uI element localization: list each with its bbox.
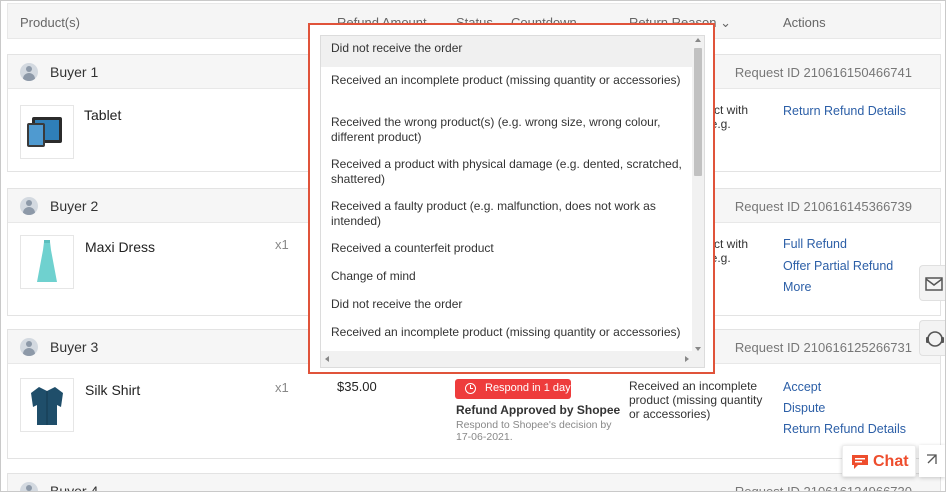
dress-image bbox=[37, 240, 57, 282]
avatar bbox=[20, 197, 38, 215]
reason-line: Received an incomplete bbox=[629, 379, 758, 393]
col-actions: Actions bbox=[783, 15, 826, 30]
product-thumbnail-maxi-dress bbox=[20, 235, 74, 289]
scroll-right-icon[interactable] bbox=[685, 356, 689, 362]
return-reason-text: Received an incomplete product (missing … bbox=[629, 379, 762, 421]
respond-countdown-badge: Respond in 1 day bbox=[455, 379, 571, 399]
return-reason-dropdown: Did not receive the order Received an in… bbox=[308, 23, 715, 374]
dropdown-option[interactable]: Received a product with physical damage … bbox=[321, 151, 694, 193]
product-name: Tablet bbox=[84, 107, 122, 123]
request-id: Request ID 210616150466741 bbox=[734, 65, 912, 80]
product-thumbnail-silk-shirt bbox=[20, 378, 74, 432]
avatar bbox=[20, 338, 38, 356]
buyer-name: Buyer 1 bbox=[50, 64, 99, 80]
offer-partial-refund-link[interactable]: Offer Partial Refund bbox=[783, 259, 893, 273]
buyer-name: Buyer 2 bbox=[50, 198, 99, 214]
return-refund-details-link[interactable]: Return Refund Details bbox=[783, 104, 906, 118]
order-card: Buyer 4 Request ID 210616124966730 bbox=[7, 473, 941, 492]
chat-button[interactable]: Chat bbox=[842, 445, 916, 477]
refund-requests-page: Product(s) Refund Amount Status Countdow… bbox=[0, 0, 946, 492]
col-products: Product(s) bbox=[20, 15, 80, 30]
dispute-link[interactable]: Dispute bbox=[783, 401, 825, 415]
chevron-down-icon: ⌄ bbox=[720, 15, 731, 30]
shirt-image bbox=[31, 387, 63, 425]
clock-icon bbox=[465, 383, 476, 394]
chat-icon bbox=[852, 455, 868, 469]
horizontal-scrollbar[interactable] bbox=[321, 351, 704, 367]
buyer-name: Buyer 3 bbox=[50, 339, 99, 355]
vertical-scrollbar[interactable] bbox=[692, 36, 704, 353]
scrollbar-thumb[interactable] bbox=[694, 48, 702, 176]
status-text: Refund Approved by Shopee bbox=[456, 403, 621, 417]
status-subtext: Respond to Shopee's decision by 17-06-20… bbox=[456, 419, 612, 443]
reason-line: or accessories) bbox=[629, 407, 711, 421]
product-thumbnail-tablet bbox=[20, 105, 74, 159]
headset-icon bbox=[926, 331, 944, 347]
support-button[interactable] bbox=[919, 320, 945, 356]
product-quantity: x1 bbox=[275, 380, 289, 395]
dropdown-options-list: Did not receive the order Received an in… bbox=[321, 36, 694, 353]
dropdown-option[interactable]: Received a counterfeit product bbox=[321, 235, 694, 263]
dropdown-option[interactable]: Received an incomplete product (missing … bbox=[321, 67, 694, 109]
dropdown-option[interactable]: Received a faulty product (e.g. malfunct… bbox=[321, 193, 694, 235]
avatar bbox=[20, 482, 38, 491]
request-id: Request ID 210616145366739 bbox=[734, 199, 912, 214]
dropdown-option[interactable]: Did not receive the order bbox=[321, 36, 694, 67]
dropdown-option[interactable]: Change of mind bbox=[321, 263, 694, 291]
card-header: Buyer 4 Request ID 210616124966730 bbox=[8, 474, 940, 492]
return-refund-details-link[interactable]: Return Refund Details bbox=[783, 422, 906, 436]
avatar bbox=[20, 63, 38, 81]
scroll-up-icon[interactable] bbox=[695, 38, 701, 42]
tablet-image bbox=[27, 117, 62, 147]
dropdown-option[interactable]: Received an incomplete product (missing … bbox=[321, 319, 694, 353]
accept-link[interactable]: Accept bbox=[783, 380, 821, 394]
full-refund-link[interactable]: Full Refund bbox=[783, 237, 847, 251]
scroll-left-icon[interactable] bbox=[325, 356, 329, 362]
buyer-name: Buyer 4 bbox=[50, 483, 99, 492]
request-id: Request ID 210616125266731 bbox=[734, 340, 912, 355]
minimize-chat-button[interactable] bbox=[919, 445, 945, 477]
mail-icon bbox=[925, 277, 943, 291]
more-link[interactable]: More bbox=[783, 280, 811, 294]
chat-label: Chat bbox=[873, 453, 909, 470]
dropdown-option[interactable]: Did not receive the order bbox=[321, 291, 694, 319]
product-name: Maxi Dress bbox=[85, 239, 156, 255]
refund-amount: $35.00 bbox=[337, 379, 377, 394]
badge-label: Respond in 1 day bbox=[485, 382, 571, 394]
request-id: Request ID 210616124966730 bbox=[734, 484, 912, 492]
dropdown-option[interactable]: Received the wrong product(s) (e.g. wron… bbox=[321, 109, 694, 151]
dropdown-panel: Did not receive the order Received an in… bbox=[320, 35, 705, 368]
minimize-icon bbox=[927, 454, 937, 464]
product-quantity: x1 bbox=[275, 237, 289, 252]
reason-line: product (missing quantity bbox=[629, 393, 763, 407]
mail-button[interactable] bbox=[919, 265, 945, 301]
product-name: Silk Shirt bbox=[85, 382, 141, 398]
